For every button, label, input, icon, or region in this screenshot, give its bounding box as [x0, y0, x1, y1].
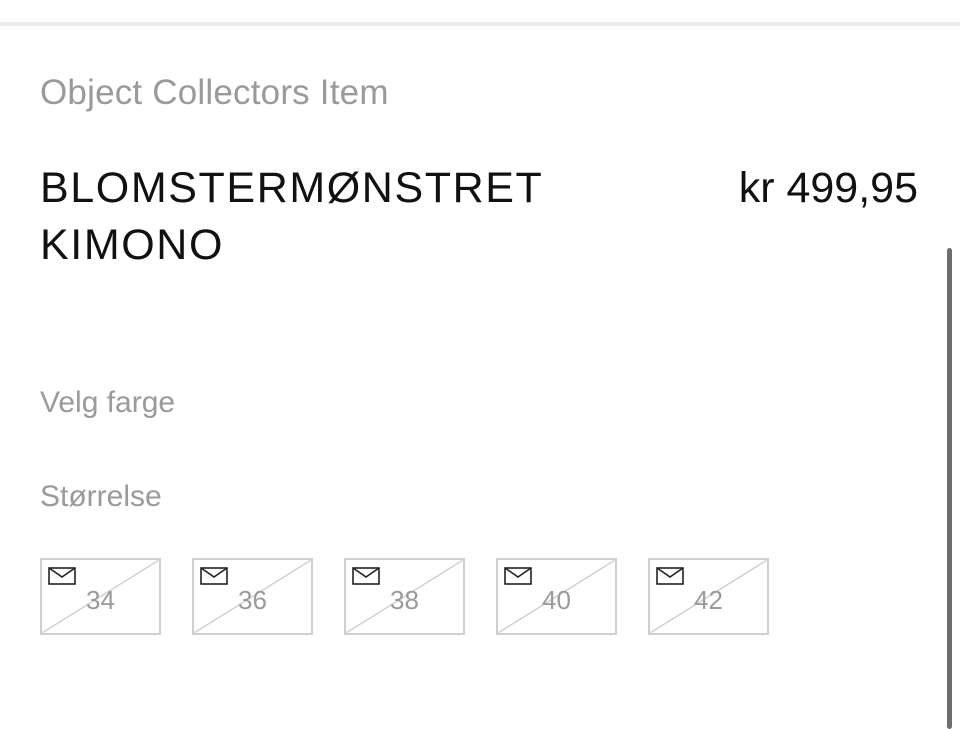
size-label: 42: [694, 585, 723, 615]
envelope-icon: [200, 567, 228, 585]
size-option-42[interactable]: 42: [648, 558, 769, 635]
size-label: 38: [390, 585, 419, 615]
envelope-icon: [48, 567, 76, 585]
size-option-34[interactable]: 34: [40, 558, 161, 635]
scrollbar[interactable]: [947, 248, 952, 729]
product-price: kr 499,95: [738, 164, 918, 212]
color-selector-label[interactable]: Velg farge: [40, 386, 175, 420]
envelope-icon: [352, 567, 380, 585]
envelope-icon: [504, 567, 532, 585]
envelope-icon: [656, 567, 684, 585]
top-divider: [0, 0, 960, 26]
size-option-38[interactable]: 38: [344, 558, 465, 635]
size-label: 34: [86, 585, 115, 615]
product-page: Object Collectors Item BLOMSTERMØNSTRET …: [0, 0, 960, 729]
size-options: 34 36 38 40 42: [40, 558, 769, 635]
size-label: 36: [238, 585, 267, 615]
product-title: BLOMSTERMØNSTRET KIMONO: [40, 164, 543, 269]
size-option-40[interactable]: 40: [496, 558, 617, 635]
brand-name[interactable]: Object Collectors Item: [40, 73, 389, 113]
size-option-36[interactable]: 36: [192, 558, 313, 635]
size-label: 40: [542, 585, 571, 615]
size-selector-label: Størrelse: [40, 480, 162, 513]
